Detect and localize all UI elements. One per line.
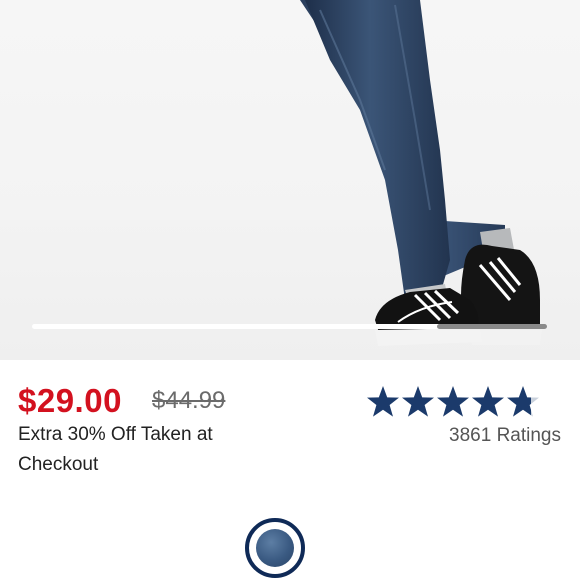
ratings-count[interactable]: 3861 Ratings	[449, 425, 561, 447]
product-image[interactable]	[0, 0, 580, 360]
denim-swatch-icon	[256, 529, 294, 567]
star-icon	[472, 386, 504, 417]
color-swatch-selected[interactable]	[245, 518, 305, 578]
regular-price: $44.99	[152, 387, 226, 414]
star-icon	[437, 386, 469, 417]
star-icons	[367, 386, 539, 417]
star-icon	[402, 386, 434, 417]
star-rating[interactable]	[366, 385, 542, 424]
sale-price: $29.00	[18, 382, 122, 419]
jeans-and-sneakers-photo	[300, 0, 542, 346]
promo-text: Extra 30% Off Taken at Checkout	[18, 424, 213, 475]
partial-star-icon	[507, 386, 539, 417]
star-icon	[367, 386, 399, 417]
carousel-progress-thumb[interactable]	[437, 324, 547, 329]
